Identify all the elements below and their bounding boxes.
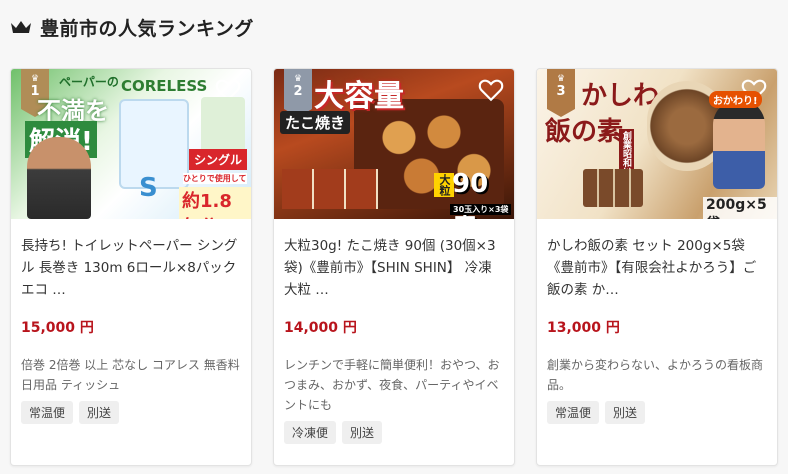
section-title: 豊前市の人気ランキング — [40, 17, 254, 40]
crown-icon: ♛ — [556, 74, 566, 84]
crown-icon: ♛ — [30, 74, 40, 84]
product-card[interactable]: ♛ 3 かしわ 飯の素 創業昭和34年 おかわり! 200g×5袋 かしわ飯の素… — [536, 68, 778, 466]
crown-icon — [11, 21, 31, 33]
shipping-tag: 常温便 — [21, 401, 74, 424]
image-text: おかわり! — [709, 91, 762, 108]
product-image[interactable]: ♛ 1 ペーパーの 不満を 解消! CORELESS S シングル ひとりで使用… — [11, 69, 251, 219]
shipping-tag: 冷凍便 — [284, 421, 337, 444]
section-header: 豊前市の人気ランキング — [10, 12, 254, 42]
product-price: 14,000 円 — [284, 320, 357, 336]
image-text: 大粒 — [434, 173, 454, 197]
product-image[interactable]: ♛ 2 大容量 たこ焼き 大粒 90玉 30玉入り×3袋 — [274, 69, 514, 219]
image-text: 飯の素 — [545, 117, 624, 147]
product-price: 13,000 円 — [547, 320, 620, 336]
product-description: 倍巻 2倍巻 以上 芯なし コアレス 無香料 日用品 ティッシュ — [21, 358, 240, 392]
tag-list: 常温便 別送 — [21, 401, 241, 424]
tag-list: 常温便 別送 — [547, 401, 767, 424]
image-text: 200g×5袋 — [703, 197, 777, 219]
favorite-heart-icon[interactable] — [478, 77, 504, 103]
product-card[interactable]: ♛ 2 大容量 たこ焼き 大粒 90玉 30玉入り×3袋 大粒30g! たこ焼き… — [273, 68, 515, 466]
person-photo — [27, 137, 91, 219]
product-card[interactable]: ♛ 1 ペーパーの 不満を 解消! CORELESS S シングル ひとりで使用… — [10, 68, 252, 466]
image-text: 30玉入り×3袋 — [450, 204, 512, 215]
shipping-tag: 常温便 — [547, 401, 600, 424]
rank-badge: ♛ 3 — [547, 69, 575, 117]
ranking-grid: ♛ 1 ペーパーの 不満を 解消! CORELESS S シングル ひとりで使用… — [10, 68, 778, 468]
rank-badge: ♛ 2 — [284, 69, 312, 117]
image-text: S — [139, 173, 158, 203]
image-text: たこ焼き — [280, 111, 351, 134]
tag-list: 冷凍便 別送 — [284, 421, 504, 444]
product-name[interactable]: 長持ち! トイレットペーパー シングル 長巻き 130m 6ロール×8パック エ… — [21, 235, 241, 301]
product-description: レンチンで手軽に簡単便利！おやつ、おつまみ、おかず、夜食、パーティやイベントにも — [284, 358, 500, 412]
product-name[interactable]: かしわ飯の素 セット 200g×5袋《豊前市》【有限会社よかろう】ご飯の素 か… — [547, 235, 767, 301]
product-price: 15,000 円 — [21, 320, 94, 336]
crown-icon: ♛ — [293, 74, 303, 84]
image-text: ペーパーの — [59, 75, 119, 89]
image-text: ひとりで使用して — [183, 173, 247, 184]
package-photo — [282, 169, 378, 209]
product-image[interactable]: ♛ 3 かしわ 飯の素 創業昭和34年 おかわり! 200g×5袋 — [537, 69, 777, 219]
shipping-tag: 別送 — [605, 401, 646, 424]
image-text: CORELESS — [121, 77, 208, 95]
product-name[interactable]: 大粒30g! たこ焼き 90個 (30個×3袋)《豊前市》【SHIN SHIN】… — [284, 235, 504, 301]
shipping-tag: 別送 — [342, 421, 383, 444]
image-text: 約1.8年分 — [179, 187, 251, 219]
image-text: シングル — [189, 149, 248, 170]
package-photo — [583, 169, 643, 207]
product-description: 創業から変わらない、よかろうの看板商品。 — [547, 358, 764, 392]
child-photo — [713, 99, 765, 189]
image-text: かしわ — [581, 81, 660, 111]
image-text: 大容量 — [314, 79, 404, 114]
shipping-tag: 別送 — [79, 401, 120, 424]
